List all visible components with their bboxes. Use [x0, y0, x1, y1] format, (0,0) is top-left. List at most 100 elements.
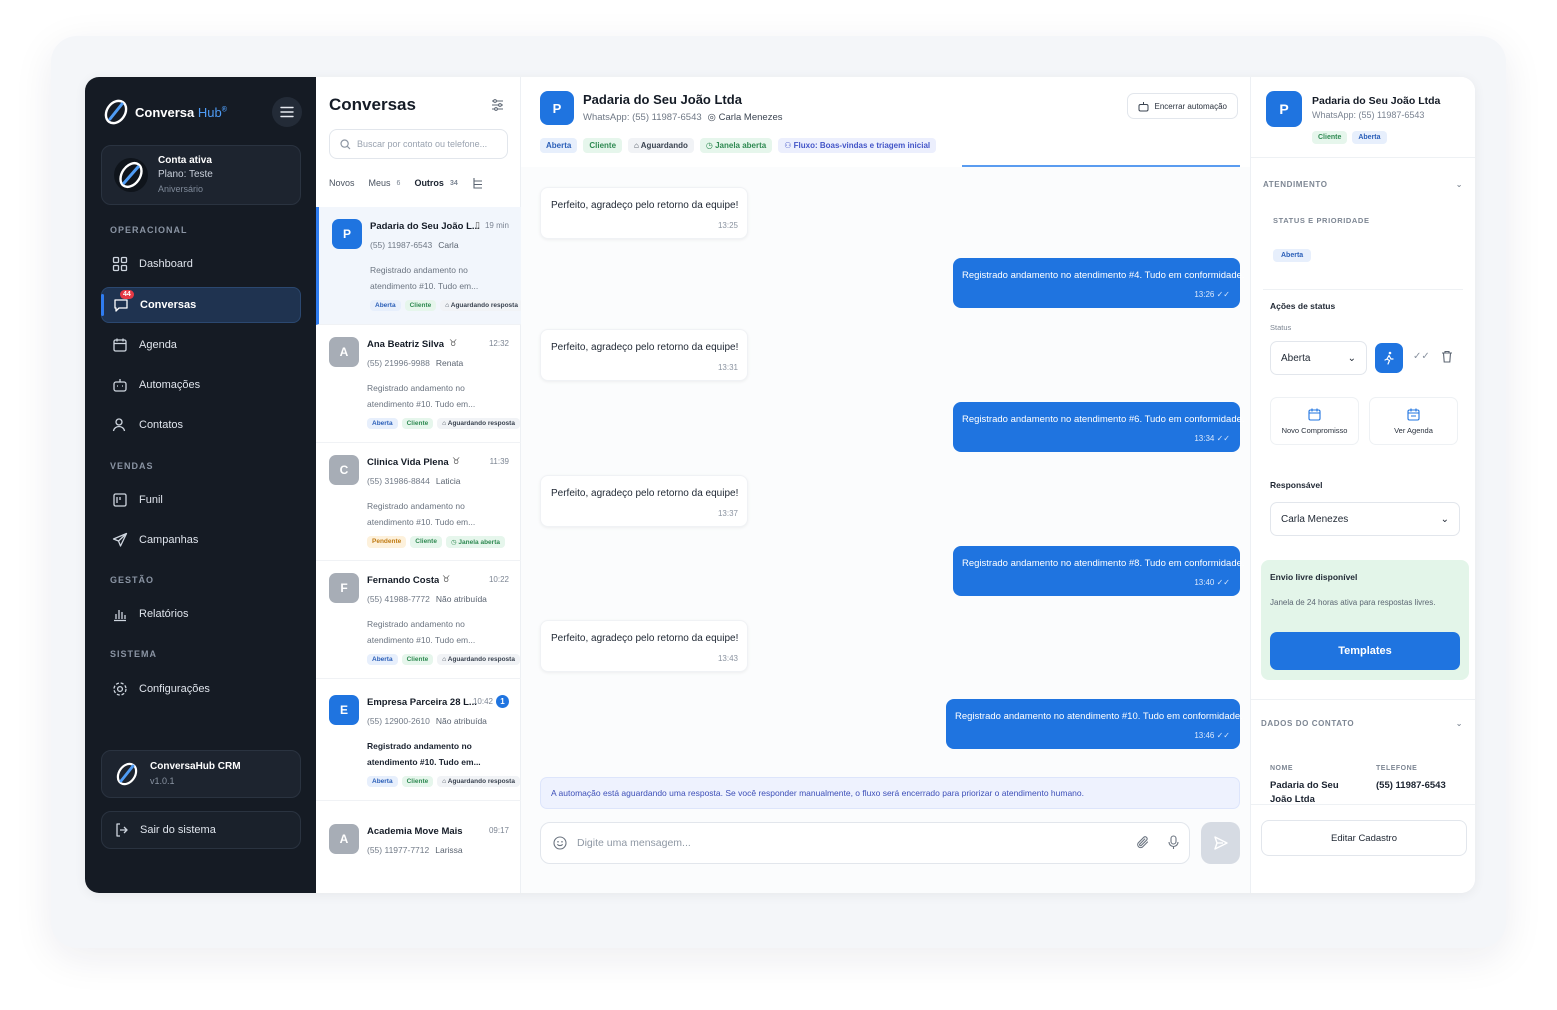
- atendimento-section-header[interactable]: ATENDIMENTO ⌄: [1263, 180, 1463, 189]
- tab-outros[interactable]: Outros 34: [414, 178, 457, 188]
- chat-tags: Aberta Cliente ⌂ Aguardando ◷ Janela abe…: [540, 138, 937, 153]
- templates-button[interactable]: Templates: [1270, 632, 1460, 670]
- tag-aguardando: ⌂ Aguardando: [628, 138, 694, 153]
- account-card[interactable]: Conta ativa Plano: Teste Aniversário: [101, 145, 301, 205]
- check-icon[interactable]: ✓✓: [1413, 351, 1430, 362]
- contact-data-section-header[interactable]: DADOS DO CONTATO ⌄: [1261, 719, 1463, 728]
- nav-label: Agenda: [139, 339, 177, 351]
- emoji-icon[interactable]: [553, 836, 567, 850]
- gear-icon: [111, 680, 129, 698]
- nav-configuracoes[interactable]: Configurações: [101, 671, 301, 707]
- message-composer[interactable]: [540, 822, 1190, 864]
- free-send-title: Envio livre disponível: [1270, 572, 1358, 582]
- trash-icon[interactable]: [1441, 350, 1453, 363]
- tag-cliente: Cliente: [1312, 131, 1348, 144]
- tag-fluxo: ⚇ Fluxo: Boas-vindas e triagem inicial: [778, 138, 937, 153]
- tab-novos[interactable]: Novos: [329, 178, 355, 188]
- message-preview: Registrado andamento no atendimento #10.…: [367, 383, 476, 409]
- nav-dashboard[interactable]: Dashboard: [101, 246, 301, 282]
- tag-aberta: Aberta: [1352, 131, 1387, 144]
- chat-contact-avatar: P: [540, 91, 574, 125]
- phone-field-value: (55) 11987-6543: [1376, 780, 1446, 791]
- contact-phone: (55) 21996-9988 Renata: [367, 358, 464, 368]
- send-button[interactable]: [1201, 822, 1240, 864]
- send-icon: [111, 531, 129, 549]
- contact-name: Fernando Costa: [367, 575, 440, 586]
- unread-count-badge: 1: [496, 695, 509, 708]
- tag-aguardando: ⌂ Aguardando resposta: [437, 654, 520, 665]
- tag-cliente: Cliente: [401, 654, 434, 665]
- attachment-icon[interactable]: [1136, 835, 1150, 850]
- user-icon: [111, 416, 129, 434]
- contact-avatar: F: [329, 573, 359, 603]
- logout-label: Sair do sistema: [140, 824, 216, 836]
- microphone-icon[interactable]: [1168, 835, 1179, 850]
- status-priority-label: STATUS E PRIORIDADE: [1273, 216, 1370, 225]
- crm-title: ConversaHub CRM: [150, 761, 241, 772]
- outgoing-message: Registrado andamento no atendimento #6. …: [953, 402, 1245, 452]
- end-automation-button[interactable]: Encerrar automação: [1126, 93, 1238, 119]
- panel-tags: Cliente Aberta: [1312, 131, 1387, 144]
- nav-label: Configurações: [139, 683, 210, 695]
- crm-card[interactable]: ConversaHub CRM v1.0.1: [101, 750, 301, 798]
- nav-label: Contatos: [139, 419, 184, 431]
- calendar-plus-icon: [1308, 408, 1321, 421]
- nav-relatorios[interactable]: Relatórios: [101, 596, 301, 632]
- message-preview: Registrado andamento no atendimento #10.…: [367, 501, 476, 527]
- sliders-icon: [492, 99, 503, 111]
- nav-automacoes[interactable]: Automações: [101, 367, 301, 403]
- nav-label: Automações: [139, 379, 201, 391]
- tab-meus[interactable]: Meus 6: [369, 178, 401, 188]
- conversation-item[interactable]: C Clinica Vida Plena ♉ 11:39 (55) 31986-…: [316, 443, 521, 561]
- conversation-item[interactable]: A Ana Beatriz Silva ♉ 12:32 (55) 21996-9…: [316, 325, 521, 443]
- outgoing-message: Registrado andamento no atendimento #10.…: [946, 699, 1243, 749]
- section-vendas: VENDAS: [110, 461, 154, 471]
- conversation-time: 10:42: [472, 697, 493, 706]
- logout-button[interactable]: Sair do sistema: [101, 811, 301, 849]
- filter-button[interactable]: [491, 99, 504, 114]
- section-sistema: SISTEMA: [110, 649, 158, 659]
- nav-contatos[interactable]: Contatos: [101, 407, 301, 443]
- nav-conversas[interactable]: 44 Conversas: [101, 287, 301, 323]
- message-input[interactable]: [577, 837, 1107, 849]
- contact-avatar: C: [329, 455, 359, 485]
- funnel-board-icon: [111, 491, 129, 509]
- tree-view-icon[interactable]: [472, 177, 483, 189]
- conversation-item[interactable]: A Academia Move Mais 09:17 (55) 11977-77…: [316, 812, 521, 893]
- account-status: Conta ativa: [158, 155, 212, 166]
- divider: [1251, 157, 1475, 158]
- contact-phone: (55) 41988-7772 Não atribuída: [367, 594, 487, 604]
- chat-contact-info: WhatsApp: (55) 11987-6543 ◎ Carla Menezes: [583, 112, 783, 123]
- nav-label: Dashboard: [139, 258, 193, 270]
- nav-campanhas[interactable]: Campanhas: [101, 522, 301, 558]
- conversation-item[interactable]: P Padaria do Seu João L... ▯ 19 min (55)…: [316, 207, 523, 325]
- app-window: Conversa Hub® Conta ativa Plano: Teste A…: [85, 77, 1475, 893]
- nav-label: Conversas: [140, 299, 197, 311]
- view-agenda-button[interactable]: Ver Agenda: [1369, 397, 1458, 445]
- tag-aberta: Aberta: [367, 418, 398, 429]
- hamburger-menu-button[interactable]: [272, 97, 302, 127]
- contact-avatar: A: [329, 337, 359, 367]
- send-icon: [1213, 836, 1228, 850]
- conversation-item[interactable]: E Empresa Parceira 28 L... 10:42 1 (55) …: [316, 683, 521, 801]
- assign-status-button[interactable]: [1375, 343, 1403, 373]
- chat-panel: P Padaria do Seu João Ltda WhatsApp: (55…: [521, 77, 1251, 893]
- search-icon: [340, 138, 351, 149]
- chat-header: P Padaria do Seu João Ltda WhatsApp: (55…: [521, 77, 1250, 167]
- nav-funil[interactable]: Funil: [101, 482, 301, 518]
- new-appointment-button[interactable]: Novo Compromisso: [1270, 397, 1359, 445]
- brand-logo[interactable]: Conversa Hub®: [103, 97, 302, 127]
- nav-agenda[interactable]: Agenda: [101, 327, 301, 363]
- chevron-down-icon: ⌄: [1455, 719, 1463, 728]
- bot-icon: ♉: [452, 456, 461, 466]
- search-box[interactable]: [329, 129, 508, 159]
- chevron-down-icon: ⌄: [1455, 180, 1463, 189]
- edit-contact-button[interactable]: Editar Cadastro: [1261, 820, 1467, 856]
- calendar-icon: [111, 336, 129, 354]
- responsible-select[interactable]: Carla Menezes ⌄: [1270, 502, 1460, 536]
- conversation-item[interactable]: F Fernando Costa ♉ 10:22 (55) 41988-7772…: [316, 561, 521, 679]
- tag-cliente: Cliente: [404, 300, 437, 311]
- search-input[interactable]: [357, 139, 497, 149]
- tag-aguardando: ⌂ Aguardando resposta: [437, 418, 520, 429]
- status-select[interactable]: Aberta ⌄: [1270, 341, 1367, 375]
